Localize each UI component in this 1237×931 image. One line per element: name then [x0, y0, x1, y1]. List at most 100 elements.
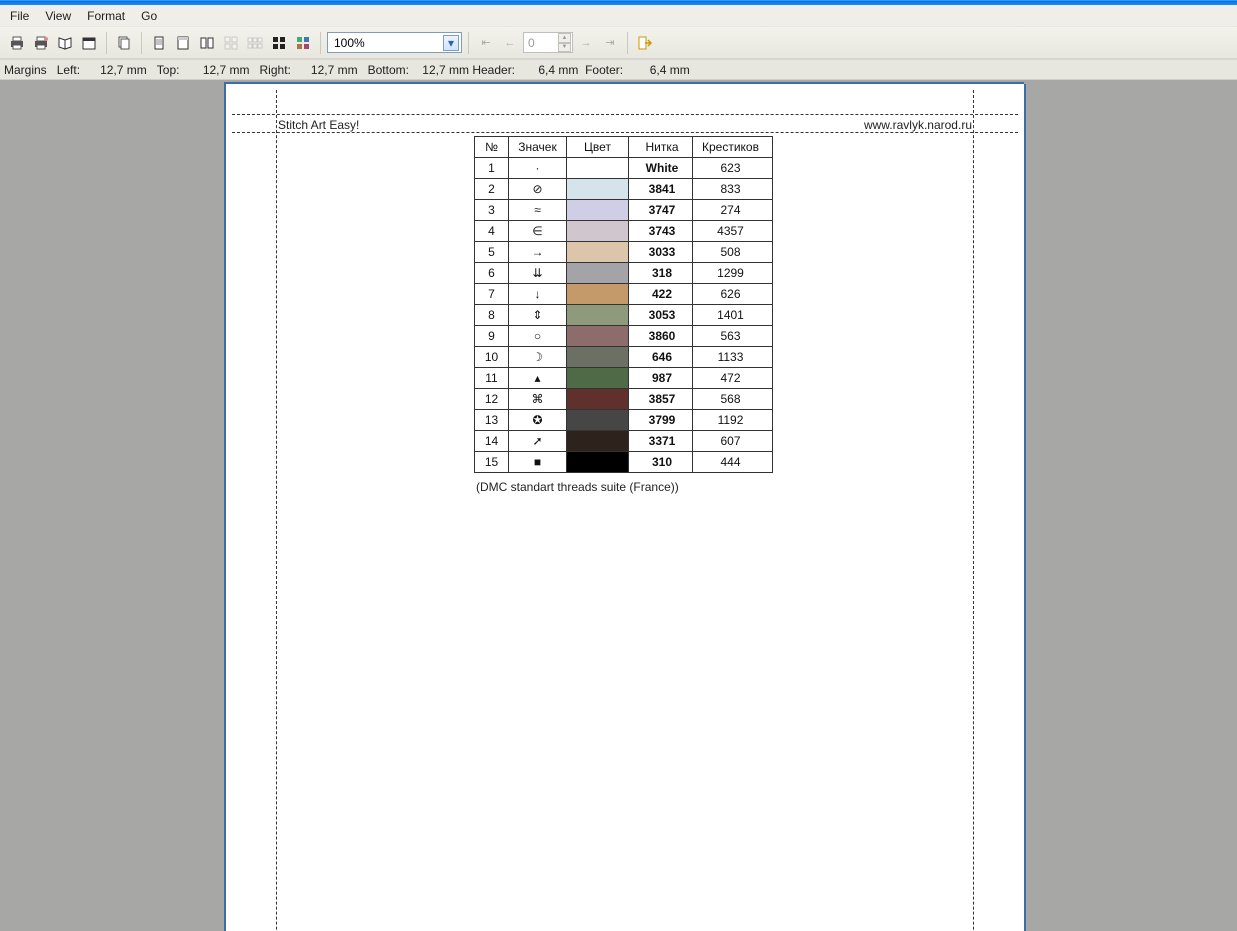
- cell-symbol: ■: [509, 452, 567, 473]
- cell-count: 568: [693, 389, 773, 410]
- th-count: Крестиков: [693, 137, 773, 158]
- cell-symbol: ↓: [509, 284, 567, 305]
- cell-number: 3: [475, 200, 509, 221]
- table-row: 7↓422626: [475, 284, 773, 305]
- cell-color: [567, 200, 629, 221]
- exit-icon[interactable]: [634, 32, 656, 54]
- cell-thread: 987: [629, 368, 693, 389]
- right-label: Right:: [260, 63, 291, 77]
- cell-thread: 3371: [629, 431, 693, 452]
- cell-number: 1: [475, 158, 509, 179]
- grid-dark-icon[interactable]: [268, 32, 290, 54]
- margins-label: Margins: [4, 63, 47, 77]
- table-row: 14➚ 3371607: [475, 431, 773, 452]
- cell-color: [567, 221, 629, 242]
- grid-2x2-icon[interactable]: [220, 32, 242, 54]
- page-number-value: 0: [528, 36, 535, 50]
- cell-symbol: ⇕: [509, 305, 567, 326]
- table-row: 6⇊ 3181299: [475, 263, 773, 284]
- table-row: 10☽6461133: [475, 347, 773, 368]
- zoom-value: 100%: [334, 36, 365, 50]
- cell-number: 5: [475, 242, 509, 263]
- cell-symbol: ∈: [509, 221, 567, 242]
- th-number: №: [475, 137, 509, 158]
- cell-thread: 318: [629, 263, 693, 284]
- cell-number: 9: [475, 326, 509, 347]
- cell-thread: 646: [629, 347, 693, 368]
- header-value: 6,4 mm: [538, 63, 578, 77]
- calendar-icon[interactable]: [78, 32, 100, 54]
- copy-icon[interactable]: [113, 32, 135, 54]
- table-row: 1·White623: [475, 158, 773, 179]
- th-symbol: Значек: [509, 137, 567, 158]
- grid-3x2-icon[interactable]: [244, 32, 266, 54]
- top-value: 12,7 mm: [203, 63, 250, 77]
- cell-symbol: ⇊: [509, 263, 567, 284]
- bottom-value: 12,7 mm: [422, 63, 469, 77]
- view-outline-icon[interactable]: [172, 32, 194, 54]
- cell-count: 508: [693, 242, 773, 263]
- cell-color: [567, 347, 629, 368]
- cell-symbol: ·: [509, 158, 567, 179]
- cell-color: [567, 368, 629, 389]
- menu-file[interactable]: File: [2, 6, 37, 26]
- cell-count: 1299: [693, 263, 773, 284]
- cell-number: 7: [475, 284, 509, 305]
- print-icon[interactable]: [6, 32, 28, 54]
- left-value: 12,7 mm: [100, 63, 147, 77]
- cell-thread: 3841: [629, 179, 693, 200]
- left-label: Left:: [57, 63, 80, 77]
- cell-symbol: ➚: [509, 431, 567, 452]
- cell-thread: 3857: [629, 389, 693, 410]
- cell-number: 10: [475, 347, 509, 368]
- page-header-right: www.ravlyk.narod.ru: [864, 118, 972, 132]
- view-single-icon[interactable]: [148, 32, 170, 54]
- toolbar: 100% ▾ ⇤ ← 0 ▲▼ → ⇥: [0, 27, 1237, 59]
- first-page-icon[interactable]: ⇤: [475, 32, 497, 54]
- workspace: Stitch Art Easy! www.ravlyk.narod.ru № З…: [0, 80, 1237, 931]
- table-row: 9○3860563: [475, 326, 773, 347]
- menu-go[interactable]: Go: [133, 6, 165, 26]
- cell-count: 623: [693, 158, 773, 179]
- menu-format[interactable]: Format: [79, 6, 133, 26]
- th-thread: Нитка: [629, 137, 693, 158]
- cell-color: [567, 452, 629, 473]
- cell-count: 4357: [693, 221, 773, 242]
- next-page-icon[interactable]: →: [575, 32, 597, 54]
- book-open-icon[interactable]: [54, 32, 76, 54]
- prev-page-icon[interactable]: ←: [499, 32, 521, 54]
- cell-count: 833: [693, 179, 773, 200]
- table-row: 8⇕30531401: [475, 305, 773, 326]
- cell-thread: 3743: [629, 221, 693, 242]
- cell-count: 274: [693, 200, 773, 221]
- cell-number: 6: [475, 263, 509, 284]
- spin-up-icon[interactable]: ▲: [558, 33, 571, 43]
- last-page-icon[interactable]: ⇥: [599, 32, 621, 54]
- zoom-combo[interactable]: 100% ▾: [327, 32, 462, 53]
- spin-down-icon[interactable]: ▼: [558, 43, 571, 53]
- cell-color: [567, 284, 629, 305]
- cell-color: [567, 431, 629, 452]
- cell-number: 15: [475, 452, 509, 473]
- bottom-label: Bottom:: [368, 63, 409, 77]
- cell-color: [567, 158, 629, 179]
- table-row: 13✪37991192: [475, 410, 773, 431]
- cell-symbol: ⊘: [509, 179, 567, 200]
- print-setup-icon[interactable]: [30, 32, 52, 54]
- th-color: Цвет: [567, 137, 629, 158]
- chevron-down-icon[interactable]: ▾: [443, 35, 459, 51]
- cell-count: 607: [693, 431, 773, 452]
- cell-symbol: →: [509, 242, 567, 263]
- cell-number: 11: [475, 368, 509, 389]
- cell-number: 14: [475, 431, 509, 452]
- cell-thread: 3860: [629, 326, 693, 347]
- view-facing-icon[interactable]: [196, 32, 218, 54]
- menu-view[interactable]: View: [37, 6, 79, 26]
- grid-color-icon[interactable]: [292, 32, 314, 54]
- cell-number: 4: [475, 221, 509, 242]
- cell-color: [567, 242, 629, 263]
- page-number-input[interactable]: 0 ▲▼: [523, 32, 573, 53]
- table-row: 12⌘3857568: [475, 389, 773, 410]
- cell-count: 444: [693, 452, 773, 473]
- cell-thread: 310: [629, 452, 693, 473]
